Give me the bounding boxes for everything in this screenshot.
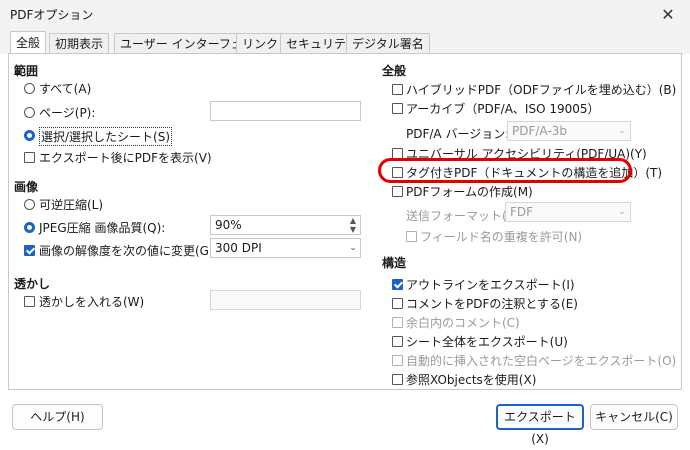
- export-button[interactable]: エクスポート(X): [496, 404, 584, 446]
- quality-spin-up-icon[interactable]: ▲: [347, 216, 359, 225]
- comments-in-margin-label[interactable]: 余白内のコメント(C): [406, 314, 520, 331]
- watermark-header: 透かし: [14, 277, 51, 291]
- range-pages-radio[interactable]: [24, 107, 35, 118]
- pdfa-version-combo[interactable]: PDF/A-3b: [507, 121, 631, 141]
- create-form-label[interactable]: PDFフォームの作成(M): [406, 183, 533, 200]
- lossless-label[interactable]: 可逆圧縮(L): [39, 196, 103, 213]
- sign-watermark-checkbox[interactable]: [24, 296, 35, 307]
- jpeg-label[interactable]: JPEG圧縮 画像品質(Q):: [39, 219, 165, 236]
- tab-general[interactable]: 全般: [10, 31, 47, 54]
- title-bar: [0, 0, 690, 30]
- range-selection-label[interactable]: 選択/選択したシート(S): [39, 127, 173, 146]
- submit-format-value: FDF: [510, 205, 534, 219]
- export-outline-checkbox[interactable]: [392, 279, 403, 290]
- range-pages-input[interactable]: [210, 101, 361, 121]
- pdfa-dropdown-icon[interactable]: ⌄: [614, 122, 630, 140]
- submit-format-combo[interactable]: FDF: [505, 202, 631, 222]
- full-sheet-label[interactable]: シート全体をエクスポート(U): [406, 333, 568, 350]
- comments-annotations-label[interactable]: コメントをPDFの注釈とする(E): [406, 295, 578, 312]
- reduce-resolution-label[interactable]: 画像の解像度を次の値に変更(G):: [39, 242, 218, 259]
- comments-in-margin-checkbox[interactable]: [392, 317, 403, 328]
- lossless-radio[interactable]: [24, 199, 35, 210]
- range-pages-label[interactable]: ページ(P):: [39, 104, 95, 121]
- image-header: 画像: [14, 180, 39, 194]
- tab-digital-signatures[interactable]: デジタル署名: [346, 33, 430, 53]
- pdfa-version-label: PDF/A バージョン:: [406, 127, 510, 141]
- close-icon[interactable]: ✕: [646, 0, 690, 30]
- range-selection-radio[interactable]: [24, 130, 35, 141]
- allow-duplicate-checkbox[interactable]: [406, 231, 417, 242]
- jpeg-quality-value: 90%: [215, 218, 242, 232]
- xobjects-label[interactable]: 参照XObjectsを使用(X): [406, 371, 536, 388]
- sign-watermark-label[interactable]: 透かしを入れる(W): [39, 293, 144, 310]
- tab-initial-view[interactable]: 初期表示: [49, 33, 110, 53]
- reduce-resolution-checkbox[interactable]: [24, 245, 35, 256]
- quality-spin-down-icon[interactable]: ▼: [347, 225, 359, 234]
- hybrid-pdf-label[interactable]: ハイブリッドPDF（ODFファイルを埋め込む）(B): [406, 81, 676, 98]
- resolution-value: 300 DPI: [215, 241, 262, 255]
- submit-format-dropdown-icon[interactable]: ⌄: [614, 203, 630, 221]
- allow-duplicate-label[interactable]: フィールド名の重複を許可(N): [420, 228, 582, 245]
- full-sheet-checkbox[interactable]: [392, 336, 403, 347]
- blank-pages-checkbox[interactable]: [392, 355, 403, 366]
- jpeg-quality-input[interactable]: 90%: [210, 215, 361, 235]
- resolution-dropdown-icon[interactable]: ⌄: [345, 239, 361, 257]
- tab-links[interactable]: リンク: [236, 33, 285, 53]
- tagged-pdf-highlight: [378, 158, 632, 183]
- range-all-radio[interactable]: [24, 83, 35, 94]
- comments-annotations-checkbox[interactable]: [392, 298, 403, 309]
- window-title: PDFオプション: [10, 8, 94, 22]
- cancel-button[interactable]: キャンセル(C): [590, 404, 678, 430]
- archive-label[interactable]: アーカイブ（PDF/A、ISO 19005）: [406, 100, 600, 117]
- jpeg-radio[interactable]: [24, 222, 35, 233]
- general-header: 全般: [382, 64, 407, 78]
- blank-pages-label[interactable]: 自動的に挿入された空白ページをエクスポート(O): [406, 352, 676, 369]
- archive-checkbox[interactable]: [392, 103, 403, 114]
- pdfa-version-value: PDF/A-3b: [512, 124, 567, 138]
- range-header: 範囲: [14, 64, 39, 78]
- structure-header: 構造: [382, 256, 407, 270]
- xobjects-checkbox[interactable]: [392, 374, 403, 385]
- hybrid-pdf-checkbox[interactable]: [392, 84, 403, 95]
- watermark-text-input[interactable]: [210, 290, 361, 310]
- view-after-export-checkbox[interactable]: [24, 152, 35, 163]
- resolution-combo[interactable]: 300 DPI: [210, 238, 361, 258]
- range-all-label[interactable]: すべて(A): [39, 80, 91, 97]
- help-button[interactable]: ヘルプ(H): [12, 404, 103, 430]
- create-form-checkbox[interactable]: [392, 186, 403, 197]
- view-after-export-label[interactable]: エクスポート後にPDFを表示(V): [39, 149, 212, 166]
- export-outline-label[interactable]: アウトラインをエクスポート(I): [406, 276, 575, 293]
